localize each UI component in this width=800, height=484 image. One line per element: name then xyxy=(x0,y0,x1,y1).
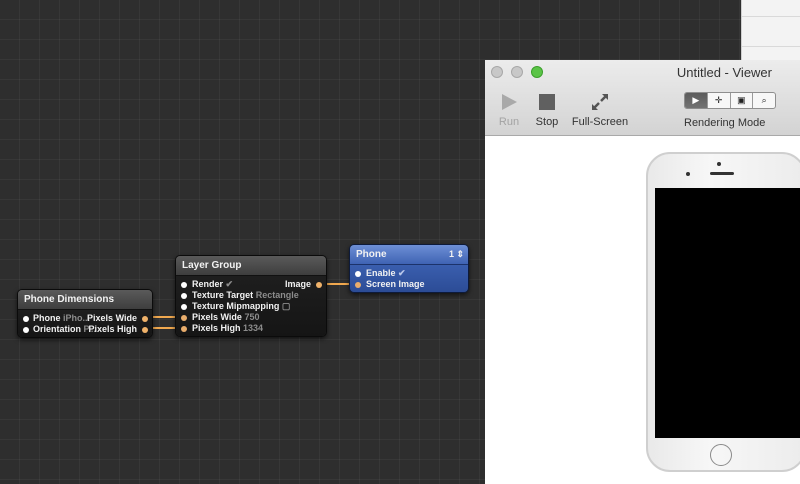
port-value: 1334 xyxy=(243,323,264,333)
port-label: Pixels Wide xyxy=(87,313,137,323)
port-value: ▢ xyxy=(281,301,291,311)
fullscreen-button[interactable]: Full-Screen xyxy=(569,91,631,128)
rendering-mode-control[interactable]: ▶ ✛ ▣ ⌕ xyxy=(684,92,776,109)
zoom-icon[interactable]: ⌕ xyxy=(753,93,775,108)
port-label: Enable xyxy=(366,268,396,278)
port-label: Texture Target xyxy=(192,290,254,300)
expand-icon xyxy=(569,91,631,113)
node-title: Phone xyxy=(356,249,387,260)
port-value: Rectangle xyxy=(255,290,299,300)
instance-stepper[interactable]: 1 ⇕ xyxy=(449,245,464,264)
play-icon[interactable]: ▶ xyxy=(685,93,708,108)
output-port[interactable] xyxy=(142,326,148,333)
rendering-mode-label: Rendering Mode xyxy=(684,117,766,129)
port-label: Orientation xyxy=(33,324,82,334)
home-button-icon xyxy=(710,444,732,466)
port-row-enable: Enable ✔ xyxy=(350,268,468,279)
node-header: Phone 1 ⇕ xyxy=(350,245,468,265)
divider xyxy=(742,16,800,17)
input-port[interactable] xyxy=(23,315,29,322)
move-icon[interactable]: ✛ xyxy=(708,93,731,108)
port-label: Pixels Wide xyxy=(192,312,242,322)
run-button[interactable]: Run xyxy=(495,91,523,128)
background-window xyxy=(741,0,800,60)
port-row-texture-mipmapping: Texture Mipmapping ▢ xyxy=(176,301,326,312)
viewer-window: Untitled - Viewer Run Stop Full-Screen ▶… xyxy=(485,60,800,484)
input-port[interactable] xyxy=(181,303,187,310)
port-value: ✔ xyxy=(225,279,234,289)
speaker-grille xyxy=(710,172,734,175)
port-value: 750 xyxy=(244,312,260,322)
stop-button[interactable]: Stop xyxy=(531,91,563,128)
input-port[interactable] xyxy=(181,325,187,332)
input-port[interactable] xyxy=(23,326,29,333)
port-value: iPho... xyxy=(63,313,91,323)
port-label: Texture Mipmapping xyxy=(192,301,280,311)
port-label: Phone xyxy=(33,313,61,323)
viewer-canvas[interactable] xyxy=(485,136,800,484)
stop-icon xyxy=(531,91,563,113)
iphone-render xyxy=(646,152,800,472)
output-port[interactable] xyxy=(142,315,148,322)
input-port[interactable] xyxy=(181,292,187,299)
port-row-screen-image: Screen Image xyxy=(350,279,468,290)
node-title: Phone Dimensions xyxy=(18,290,152,310)
run-label: Run xyxy=(498,116,520,128)
sensor-dot xyxy=(686,172,690,176)
port-row-render: Render ✔ Image xyxy=(176,279,326,290)
camera-icon xyxy=(717,162,721,166)
port-label: Image xyxy=(284,279,311,289)
window-title: Untitled - Viewer xyxy=(676,65,772,80)
input-port[interactable] xyxy=(181,281,187,288)
phone-node[interactable]: Phone 1 ⇕ Enable ✔ Screen Image xyxy=(349,244,469,293)
play-icon xyxy=(495,91,523,113)
phone-screen xyxy=(655,188,800,438)
port-label: Pixels High xyxy=(192,323,241,333)
port-row-pixels-wide: Pixels Wide 750 xyxy=(176,312,326,323)
port-row-phone: Phone iPho... Pixels Wide xyxy=(18,313,152,324)
output-port[interactable] xyxy=(316,281,322,288)
divider xyxy=(742,46,800,47)
input-port[interactable] xyxy=(355,270,361,277)
port-row-texture-target: Texture Target Rectangle xyxy=(176,290,326,301)
input-port[interactable] xyxy=(355,281,361,288)
port-label: Pixels High xyxy=(88,324,137,334)
port-label: Screen Image xyxy=(366,279,425,289)
port-row-pixels-high: Pixels High 1334 xyxy=(176,323,326,334)
inspect-icon[interactable]: ▣ xyxy=(731,93,754,108)
node-title: Layer Group xyxy=(176,256,326,276)
stop-label: Stop xyxy=(535,116,559,128)
window-titlebar: Untitled - Viewer Run Stop Full-Screen ▶… xyxy=(485,60,800,136)
phone-dimensions-node[interactable]: Phone Dimensions Phone iPho... Pixels Wi… xyxy=(17,289,153,338)
port-label: Render xyxy=(192,279,224,289)
input-port[interactable] xyxy=(181,314,187,321)
fullscreen-label: Full-Screen xyxy=(571,116,629,128)
port-value: ✔ xyxy=(398,268,406,278)
port-row-orientation: Orientation P... Pixels High xyxy=(18,324,152,335)
layer-group-node[interactable]: Layer Group Render ✔ Image Texture Targe… xyxy=(175,255,327,337)
